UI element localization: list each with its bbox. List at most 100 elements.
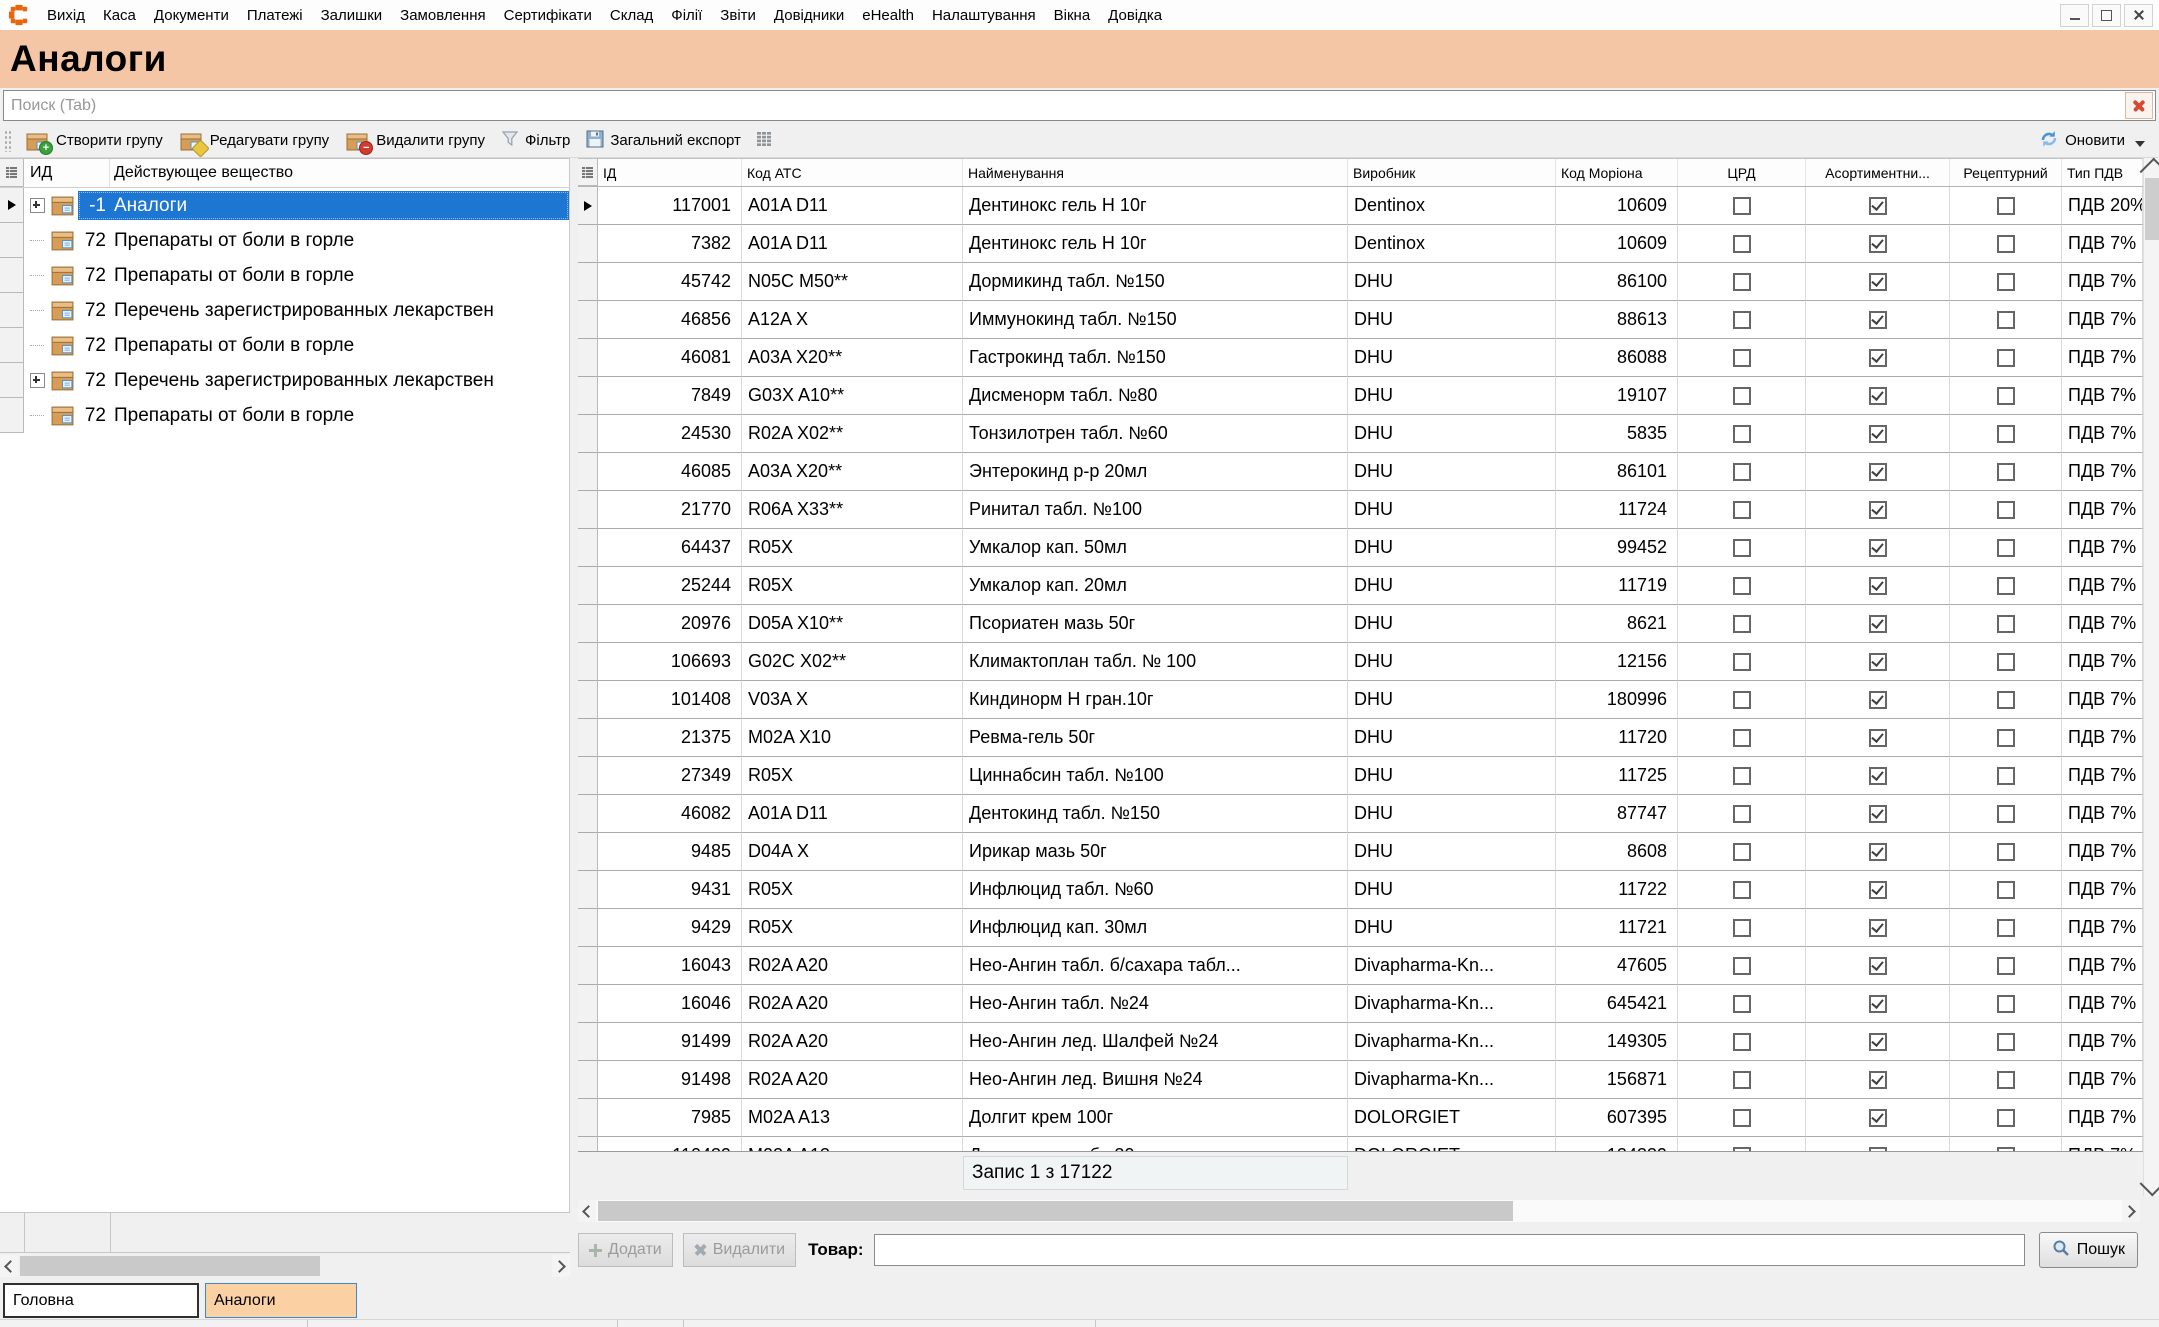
column-header-crd[interactable]: ЦРД [1678, 159, 1806, 186]
add-button[interactable]: Додати [578, 1233, 673, 1267]
table-row[interactable]: 9485 D04A X Ирикар мазь 50г DHU 8608 ПДВ… [578, 833, 2143, 871]
crd-checkbox[interactable] [1733, 235, 1751, 253]
assortment-checkbox[interactable] [1869, 539, 1887, 557]
tab-analogs[interactable]: Аналоги [205, 1283, 357, 1318]
assortment-checkbox[interactable] [1869, 273, 1887, 291]
tree-expander[interactable] [24, 240, 50, 241]
filter-button[interactable]: Фільтр [493, 127, 578, 155]
column-header-atc[interactable]: Код АТС [742, 159, 963, 186]
chevron-down-icon[interactable] [2135, 141, 2145, 147]
assortment-checkbox[interactable] [1869, 843, 1887, 861]
table-row[interactable]: 46856 A12A X Иммунокинд табл. №150 DHU 8… [578, 301, 2143, 339]
expand-plus-icon[interactable] [30, 373, 45, 388]
recipe-checkbox[interactable] [1997, 463, 2015, 481]
recipe-checkbox[interactable] [1997, 501, 2015, 519]
scroll-right-button[interactable] [552, 1255, 570, 1277]
tree-expander[interactable] [24, 198, 50, 213]
column-header-name[interactable]: Найменування [963, 159, 1348, 186]
recipe-checkbox[interactable] [1997, 387, 2015, 405]
tree-item[interactable]: 72 Препараты от боли в горле [0, 328, 569, 363]
tree-expander[interactable] [24, 373, 50, 388]
crd-checkbox[interactable] [1733, 273, 1751, 291]
tree-item-content[interactable]: 72 Препараты от боли в горле [78, 331, 569, 360]
crd-checkbox[interactable] [1733, 881, 1751, 899]
column-header-vat[interactable]: Тип ПДВ [2062, 159, 2143, 186]
menu-item[interactable]: Філії [662, 7, 711, 24]
table-row[interactable]: 21770 R06A X33** Ринитал табл. №100 DHU … [578, 491, 2143, 529]
table-row[interactable]: 46085 A03A X20** Энтерокинд р-р 20мл DHU… [578, 453, 2143, 491]
recipe-checkbox[interactable] [1997, 1071, 2015, 1089]
crd-checkbox[interactable] [1733, 349, 1751, 367]
table-row[interactable]: 46081 A03A X20** Гастрокинд табл. №150 D… [578, 339, 2143, 377]
table-row[interactable]: 21375 M02A X10 Ревма-гель 50г DHU 11720 … [578, 719, 2143, 757]
menu-item[interactable]: Звіти [711, 7, 765, 24]
menu-item[interactable]: Склад [601, 7, 662, 24]
column-header-manufacturer[interactable]: Виробник [1348, 159, 1556, 186]
recipe-checkbox[interactable] [1997, 1033, 2015, 1051]
delete-button[interactable]: Видалити [683, 1233, 796, 1267]
export-button[interactable]: Загальний експорт [578, 127, 749, 155]
tree-item-content[interactable]: 72 Препараты от боли в горле [78, 261, 569, 290]
column-header-assortment[interactable]: Асортиментни... [1806, 159, 1950, 186]
horizontal-scroll-thumb[interactable] [598, 1201, 1513, 1221]
recipe-checkbox[interactable] [1997, 843, 2015, 861]
tree-item-content[interactable]: 72 Препараты от боли в горле [78, 401, 569, 430]
table-row[interactable]: 16043 R02A A20 Нео-Ангин табл. б/сахара … [578, 947, 2143, 985]
recipe-checkbox[interactable] [1997, 235, 2015, 253]
table-row[interactable]: 9431 R05X Инфлюцид табл. №60 DHU 11722 П… [578, 871, 2143, 909]
recipe-checkbox[interactable] [1997, 919, 2015, 937]
table-row[interactable]: 7985 M02A A13 Долгит крем 100г DOLORGIET… [578, 1099, 2143, 1137]
table-row[interactable]: 27349 R05X Циннабсин табл. №100 DHU 1172… [578, 757, 2143, 795]
crd-checkbox[interactable] [1733, 767, 1751, 785]
vertical-scroll-thumb[interactable] [2145, 178, 2159, 240]
recipe-checkbox[interactable] [1997, 273, 2015, 291]
table-row[interactable]: 91499 R02A A20 Нео-Ангин лед. Шалфей №24… [578, 1023, 2143, 1061]
table-row[interactable]: 24530 R02A X02** Тонзилотрен табл. №60 D… [578, 415, 2143, 453]
table-row[interactable]: 7849 G03X A10** Дисменорм табл. №80 DHU … [578, 377, 2143, 415]
table-row[interactable]: 101408 V03A X Киндинорм Н гран.10г DHU 1… [578, 681, 2143, 719]
assortment-checkbox[interactable] [1869, 197, 1887, 215]
assortment-checkbox[interactable] [1869, 1109, 1887, 1127]
tree-item[interactable]: 72 Препараты от боли в горле [0, 398, 569, 433]
assortment-checkbox[interactable] [1869, 767, 1887, 785]
crd-checkbox[interactable] [1733, 691, 1751, 709]
scroll-left-button[interactable] [578, 1200, 596, 1222]
crd-checkbox[interactable] [1733, 653, 1751, 671]
tree-item-content[interactable]: 72 Перечень зарегистрированных лекарстве… [78, 366, 569, 395]
tree-horizontal-scrollbar[interactable] [0, 1255, 570, 1277]
tree-column-id[interactable]: ИД [24, 159, 110, 187]
recipe-checkbox[interactable] [1997, 577, 2015, 595]
menu-item[interactable]: Вікна [1045, 7, 1100, 24]
menu-item[interactable]: Налаштування [923, 7, 1045, 24]
recipe-checkbox[interactable] [1997, 539, 2015, 557]
crd-checkbox[interactable] [1733, 1109, 1751, 1127]
crd-checkbox[interactable] [1733, 957, 1751, 975]
menu-item[interactable]: Залишки [312, 7, 392, 24]
tree-column-substance[interactable]: Действующее вещество [110, 159, 569, 187]
tree-item-content[interactable]: 72 Перечень зарегистрированных лекарстве… [78, 296, 569, 325]
recipe-checkbox[interactable] [1997, 615, 2015, 633]
menu-item[interactable]: Вихід [38, 7, 94, 24]
menu-item[interactable]: Платежі [238, 7, 312, 24]
recipe-checkbox[interactable] [1997, 995, 2015, 1013]
menu-item[interactable]: Довідники [765, 7, 853, 24]
assortment-checkbox[interactable] [1869, 235, 1887, 253]
tree-item[interactable]: 72 Перечень зарегистрированных лекарстве… [0, 363, 569, 398]
close-button[interactable] [2124, 4, 2153, 27]
table-row[interactable]: 20976 D05A X10** Псориатен мазь 50г DHU … [578, 605, 2143, 643]
recipe-checkbox[interactable] [1997, 349, 2015, 367]
assortment-checkbox[interactable] [1869, 919, 1887, 937]
search-button[interactable]: Пошук [2039, 1232, 2138, 1268]
recipe-checkbox[interactable] [1997, 311, 2015, 329]
crd-checkbox[interactable] [1733, 539, 1751, 557]
crd-checkbox[interactable] [1733, 729, 1751, 747]
assortment-checkbox[interactable] [1869, 425, 1887, 443]
assortment-checkbox[interactable] [1869, 957, 1887, 975]
tab-home[interactable]: Головна [3, 1283, 199, 1318]
grid-view-button[interactable] [749, 129, 779, 153]
edit-group-button[interactable]: Редагувати групу [171, 127, 337, 155]
scroll-up-button[interactable] [2144, 158, 2159, 176]
toolbar-drag-handle[interactable] [4, 130, 11, 152]
column-header-id[interactable]: ІД [598, 159, 742, 186]
refresh-button[interactable]: Оновити [2033, 126, 2151, 156]
